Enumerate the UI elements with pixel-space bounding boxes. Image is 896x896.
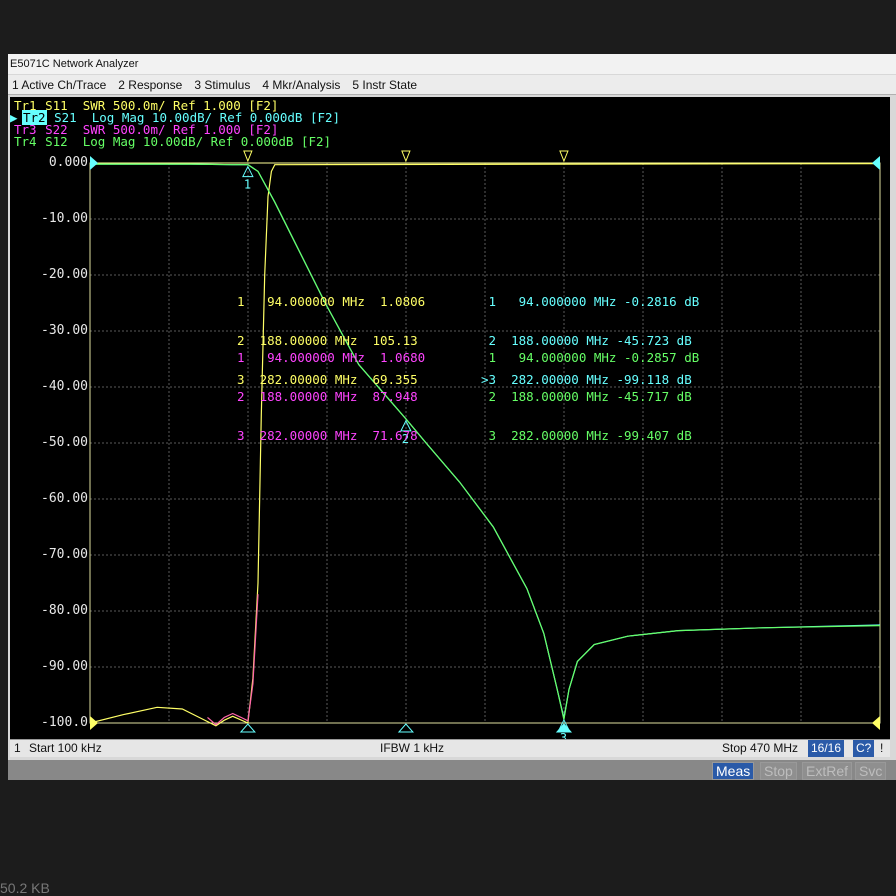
window-title: E5071C Network Analyzer: [8, 54, 896, 74]
ref-left-icon: [90, 716, 98, 730]
trace-s22: [207, 594, 259, 726]
softkey-bar: Meas Stop ExtRef Svc: [8, 760, 896, 780]
svc-softkey[interactable]: Svc: [855, 762, 887, 780]
ref-right-icon: [872, 716, 880, 730]
marker-row: 3 282.00000 MHz 71.678: [237, 428, 418, 443]
menu-active-ch-trace[interactable]: 1 Active Ch/Trace: [12, 75, 106, 94]
ref-left-icon: [90, 156, 98, 170]
marker-top-3-icon: [559, 150, 569, 163]
marker-table-tr3: 1 94.000000 MHz 1.0680 2 188.00000 MHz 8…: [237, 325, 425, 468]
ref-right-icon: [872, 156, 880, 170]
y-tick-label: -40.00: [41, 379, 88, 394]
y-tick-label: -70.00: [41, 547, 88, 562]
marker-row: 2 188.00000 MHz 87.948: [237, 389, 418, 404]
menu-bar: 1 Active Ch/Trace 2 Response 3 Stimulus …: [8, 75, 896, 95]
trace-plot[interactable]: 123: [10, 97, 890, 739]
y-tick-label: -30.00: [41, 323, 88, 338]
marker-1-label: 1: [244, 178, 251, 192]
y-tick-label: -80.00: [41, 603, 88, 618]
stimulus-marker-2-icon: [397, 723, 415, 733]
ifbw-setting[interactable]: IFBW 1 kHz: [380, 740, 444, 757]
y-tick-label: -50.00: [41, 435, 88, 450]
y-tick-label: 0.000: [48, 155, 88, 170]
y-tick-label: -100.0: [41, 715, 88, 730]
stimulus-marker-1-icon: [239, 723, 256, 733]
measurement-screen: 123 Tr1 S11 SWR 500.0m/ Ref 1.000 [F2] ▶…: [10, 97, 890, 739]
menu-stimulus[interactable]: 3 Stimulus: [194, 75, 250, 94]
warning-indicator: !: [880, 741, 884, 755]
y-tick-label: -20.00: [41, 267, 88, 282]
marker-row: 1 94.000000 MHz 1.0680: [237, 350, 426, 365]
marker-top-1-icon: [243, 150, 253, 163]
marker-row: 2 188.00000 MHz -45.717 dB: [481, 389, 692, 404]
marker-top-2-icon: [401, 150, 411, 163]
start-frequency[interactable]: Start 100 kHz: [29, 740, 102, 757]
marker-row: 3 282.00000 MHz -99.407 dB: [481, 428, 692, 443]
trace-header-tr4[interactable]: Tr4 S12 Log Mag 10.00dB/ Ref 0.000dB [F2…: [13, 135, 331, 148]
meas-softkey[interactable]: Meas: [712, 762, 755, 780]
marker-row: 1 94.000000 MHz -0.2816 dB: [481, 294, 700, 309]
menu-response[interactable]: 2 Response: [118, 75, 182, 94]
y-tick-label: -60.00: [41, 491, 88, 506]
channel-number[interactable]: 1: [14, 740, 21, 757]
file-size-label: 50.2 KB: [0, 880, 50, 896]
y-tick-label: -10.00: [41, 211, 88, 226]
stimulus-marker-3-icon: [555, 723, 573, 733]
marker-row: 1 94.000000 MHz 1.0806: [237, 294, 426, 309]
marker-row: 1 94.000000 MHz -0.2857 dB: [481, 350, 700, 365]
stop-softkey[interactable]: Stop: [760, 762, 797, 780]
calibration-indicator: C?: [853, 740, 875, 757]
y-tick-label: -90.00: [41, 659, 88, 674]
menu-mkr-analysis[interactable]: 4 Mkr/Analysis: [262, 75, 340, 94]
marker-table-tr4: 1 94.000000 MHz -0.2857 dB 2 188.00000 M…: [481, 325, 700, 468]
menu-instr-state[interactable]: 5 Instr State: [352, 75, 417, 94]
stop-frequency[interactable]: Stop 470 MHz: [722, 740, 798, 757]
status-bar: 1 Start 100 kHz IFBW 1 kHz Stop 470 MHz …: [10, 739, 890, 757]
extref-softkey[interactable]: ExtRef: [802, 762, 853, 780]
points-indicator: 16/16: [808, 740, 845, 757]
